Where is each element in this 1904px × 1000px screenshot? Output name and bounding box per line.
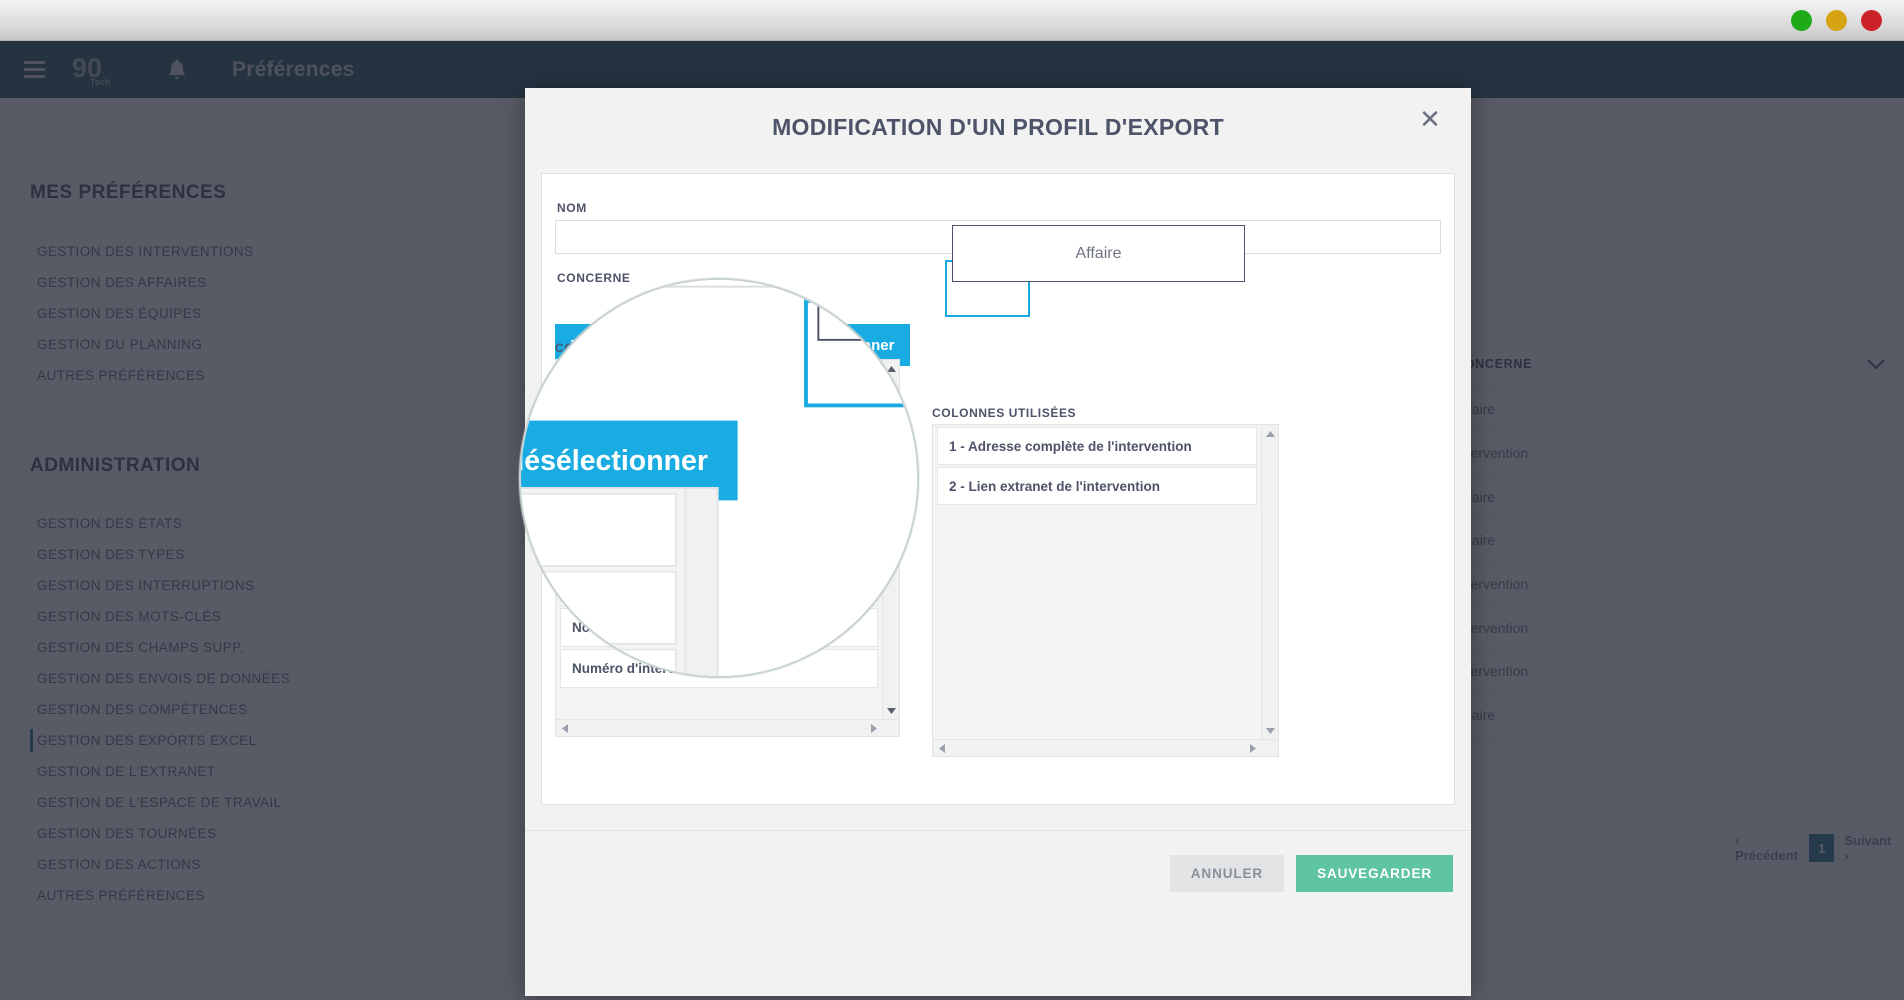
lens-concerne-box — [817, 280, 917, 341]
lens-available-column-item[interactable]: Adresse complète du client — [521, 570, 677, 645]
used-horizontal-scrollbar[interactable] — [933, 739, 1278, 756]
magnifier-content: NOM CONCERNE Tout sélectionner Tout désé… — [521, 280, 917, 676]
magnifier-lens: NOM CONCERNE Tout sélectionner Tout désé… — [519, 278, 919, 678]
modal-title: MODIFICATION D'UN PROFIL D'EXPORT — [772, 114, 1224, 140]
used-vertical-scrollbar[interactable] — [1261, 425, 1278, 739]
lens-available-vscrollbar — [684, 489, 717, 676]
window-close-button[interactable] — [1861, 10, 1882, 31]
scroll-right-icon[interactable] — [865, 720, 882, 737]
close-icon[interactable]: ✕ — [1415, 105, 1445, 135]
footer-buttons: ANNULER SAUVEGARDER — [1169, 855, 1453, 892]
window-maximize-button[interactable] — [1826, 10, 1847, 31]
nom-label: NOM — [557, 201, 587, 215]
available-horizontal-scrollbar[interactable] — [556, 719, 899, 736]
used-column-item[interactable]: 1 - Adresse complète de l'intervention — [937, 427, 1257, 465]
scroll-left-icon[interactable] — [933, 740, 950, 757]
scroll-up-icon[interactable] — [1262, 425, 1279, 442]
scroll-left-icon[interactable] — [556, 720, 573, 737]
save-button[interactable]: SAUVEGARDER — [1296, 855, 1453, 892]
scroll-down-icon[interactable] — [883, 702, 900, 719]
concerne-value: Affaire — [1075, 244, 1122, 262]
used-columns-list[interactable]: 1 - Adresse complète de l'intervention 2 … — [932, 424, 1279, 757]
lens-available-list: Adresse complète de l'interventionAdress… — [521, 487, 719, 676]
window-controls — [1791, 10, 1882, 31]
scroll-right-icon[interactable] — [1244, 740, 1261, 757]
used-columns-label: COLONNES UTILISÉES — [932, 406, 1077, 420]
lens-available-column-item[interactable]: Adresse de l'intervention — [521, 648, 677, 676]
cancel-button[interactable]: ANNULER — [1169, 855, 1285, 892]
modal-header: MODIFICATION D'UN PROFIL D'EXPORT ✕ — [525, 88, 1471, 173]
used-columns-items: 1 - Adresse complète de l'intervention 2 … — [933, 425, 1261, 756]
lens-available-items: Adresse complète de l'interventionAdress… — [521, 489, 684, 676]
window-minimize-button[interactable] — [1791, 10, 1812, 31]
footer-divider — [525, 830, 1471, 831]
lens-available-column-item[interactable]: Adresse complète de l'intervention — [521, 492, 677, 567]
window-title-bar — [0, 0, 1904, 41]
modal-footer: ANNULER SAUVEGARDER — [525, 830, 1471, 950]
scroll-down-icon[interactable] — [1262, 722, 1279, 739]
concerne-value-box[interactable]: Affaire — [952, 225, 1245, 282]
used-column-item[interactable]: 2 - Lien extranet de l'intervention — [937, 467, 1257, 505]
